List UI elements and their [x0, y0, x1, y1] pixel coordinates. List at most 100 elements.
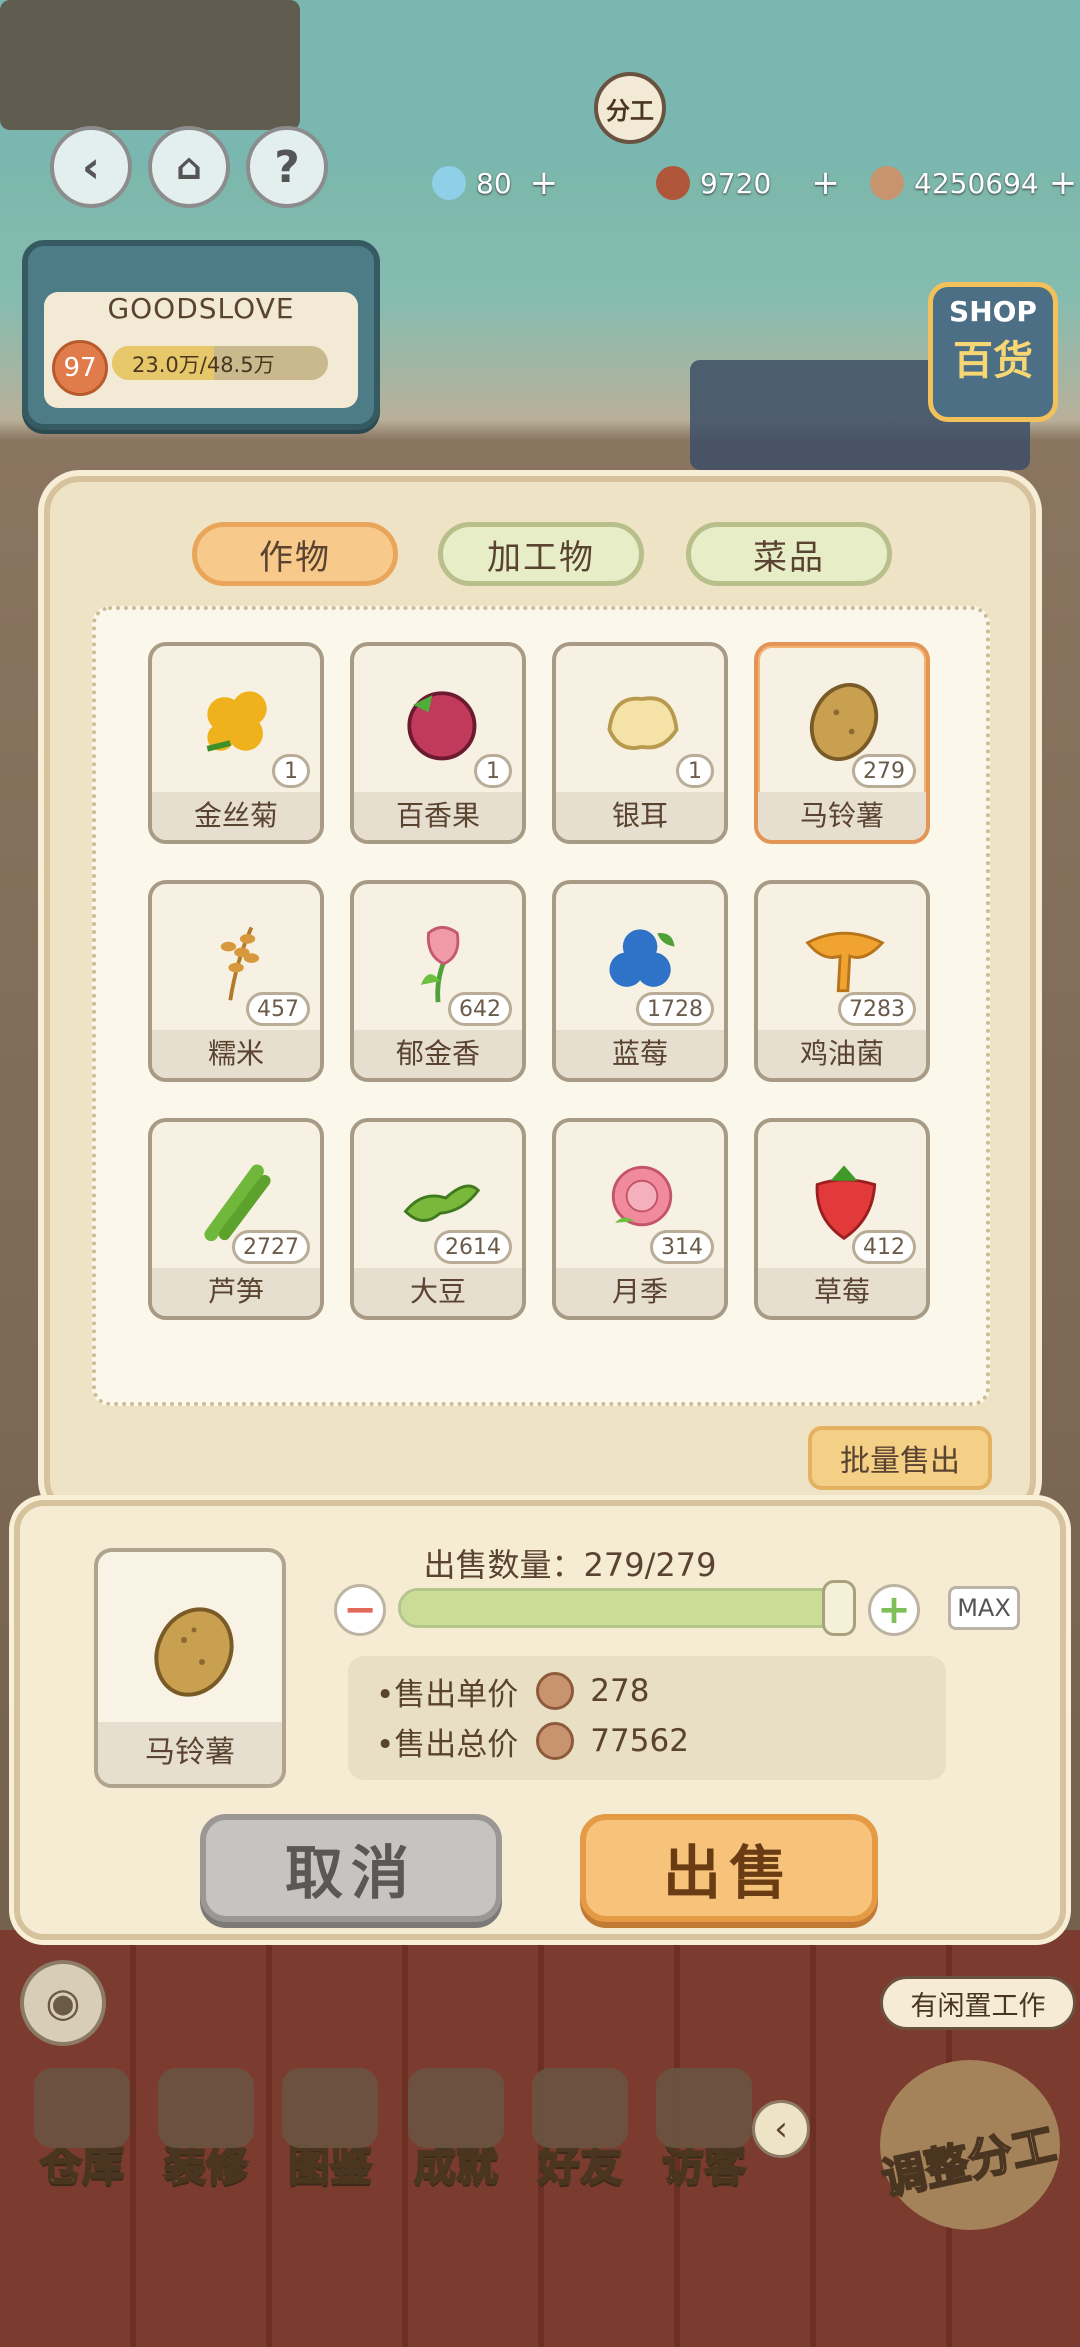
item-count: 642 — [448, 992, 512, 1026]
restaurant-name: GOODSLOVE — [107, 292, 295, 325]
increase-quantity-button[interactable]: + — [868, 1584, 920, 1636]
tab-processed[interactable]: 加工物 — [438, 522, 644, 586]
coin-icon — [870, 166, 904, 200]
total-price-row: •售出总价 77562 — [376, 1718, 689, 1764]
decrease-quantity-button[interactable]: − — [334, 1584, 386, 1636]
hammer-icon — [158, 2068, 254, 2148]
quantity-slider[interactable] — [398, 1588, 848, 1628]
plus-icon: + — [877, 1587, 911, 1633]
chestnut-icon — [656, 166, 690, 200]
tab-dishes[interactable]: 菜品 — [686, 522, 892, 586]
sell-button[interactable]: 出售 — [580, 1814, 878, 1922]
item-slot[interactable]: 2614 大豆 — [350, 1118, 526, 1320]
total-price-label: •售出总价 — [376, 1726, 519, 1763]
help-button[interactable]: ? — [246, 126, 328, 208]
unit-price-label: •售出单价 — [376, 1676, 519, 1713]
nav-achievements[interactable]: 成就 — [394, 2068, 518, 2192]
item-slot[interactable]: 1 金丝菊 — [148, 642, 324, 844]
total-price-value: 77562 — [590, 1723, 689, 1759]
add-chestnuts-button[interactable]: + — [811, 163, 840, 203]
item-slot[interactable]: 279 马铃薯 — [754, 642, 930, 844]
item-name: 芦笋 — [152, 1268, 320, 1316]
item-count: 412 — [852, 1230, 916, 1264]
sell-quantity-label: 出售数量：279/279 — [423, 1546, 717, 1584]
eye-icon: ◉ — [45, 1980, 81, 2026]
chevron-left-icon: ‹ — [774, 2109, 788, 2149]
item-name: 郁金香 — [354, 1030, 522, 1078]
quantity-slider-fill — [401, 1591, 845, 1625]
item-slot[interactable]: 642 郁金香 — [350, 880, 526, 1082]
unit-price-row: •售出单价 278 — [376, 1668, 649, 1714]
item-slot[interactable]: 1 百香果 — [350, 642, 526, 844]
shop-sign-cn: 百货 — [953, 338, 1033, 384]
back-icon: ‹ — [81, 141, 101, 193]
idle-work-tip: 有闲置工作 — [880, 1976, 1076, 2030]
nav-collection[interactable]: 图鉴 — [268, 2068, 392, 2192]
white-fungus-icon — [607, 696, 679, 750]
gem-icon — [432, 166, 466, 200]
item-name: 月季 — [556, 1268, 724, 1316]
nav-decorate[interactable]: 装修 — [144, 2068, 268, 2192]
nav-friends[interactable]: 好友 — [518, 2068, 642, 2192]
chestnut-counter: 9720 + — [656, 160, 840, 206]
batch-sell-button[interactable]: 批量售出 — [808, 1426, 992, 1490]
coin-icon — [536, 1722, 575, 1760]
item-name: 银耳 — [556, 792, 724, 840]
item-count: 1 — [474, 754, 512, 788]
shop-sign-en: SHOP — [949, 295, 1037, 328]
item-count: 7283 — [838, 992, 916, 1026]
item-slot[interactable]: 412 草莓 — [754, 1118, 930, 1320]
item-count: 2614 — [434, 1230, 512, 1264]
home-button[interactable]: ⌂ — [148, 126, 230, 208]
item-slot[interactable]: 1 银耳 — [552, 642, 728, 844]
trophy-icon — [408, 2068, 504, 2148]
item-slot[interactable]: 457 糯米 — [148, 880, 324, 1082]
home-icon: ⌂ — [176, 146, 202, 188]
restaurant-status-card[interactable]: GOODSLOVE — [22, 240, 380, 430]
tab-crops[interactable]: 作物 — [192, 522, 398, 586]
item-name: 百香果 — [354, 792, 522, 840]
item-count: 2727 — [232, 1230, 310, 1264]
toggle-view-button[interactable]: ◉ — [20, 1960, 106, 2046]
work-assign-bubble[interactable]: 分工 — [594, 72, 666, 144]
add-gems-button[interactable]: + — [530, 163, 559, 203]
quantity-slider-handle[interactable] — [822, 1580, 856, 1636]
nav-visitors[interactable]: 访客 — [642, 2068, 766, 2192]
item-name: 鸡油菌 — [758, 1030, 926, 1078]
unit-price-value: 278 — [590, 1673, 650, 1709]
item-slot[interactable]: 1728 蓝莓 — [552, 880, 728, 1082]
level-badge: 97 — [52, 340, 108, 396]
item-name: 金丝菊 — [152, 792, 320, 840]
item-name: 大豆 — [354, 1268, 522, 1316]
shop-sign[interactable]: SHOP 百货 — [928, 282, 1058, 422]
nav-warehouse[interactable]: 仓库 — [20, 2068, 144, 2192]
item-slot[interactable]: 314 月季 — [552, 1118, 728, 1320]
coin-icon — [536, 1672, 575, 1710]
back-button[interactable]: ‹ — [50, 126, 132, 208]
gem-counter: 80 + — [432, 160, 558, 206]
item-count: 457 — [246, 992, 310, 1026]
max-quantity-button[interactable]: MAX — [948, 1586, 1020, 1630]
golden-chrysanthemum-icon — [206, 691, 267, 752]
item-slot[interactable]: 7283 鸡油菌 — [754, 880, 930, 1082]
item-count: 1 — [272, 754, 310, 788]
minus-icon: − — [343, 1587, 377, 1633]
item-count: 1728 — [636, 992, 714, 1026]
book-icon — [282, 2068, 378, 2148]
gem-value: 80 — [476, 166, 512, 200]
item-count: 279 — [852, 754, 916, 788]
coin-value: 4250694 — [914, 166, 1039, 200]
item-name: 草莓 — [758, 1268, 926, 1316]
warehouse-icon — [34, 2068, 130, 2148]
item-count: 314 — [650, 1230, 714, 1264]
exp-progress-bar: 23.0万/48.5万 — [112, 346, 328, 380]
add-coins-button[interactable]: + — [1049, 163, 1078, 203]
potato-icon — [154, 1607, 234, 1697]
exp-progress-text: 23.0万/48.5万 — [132, 353, 275, 377]
cancel-button[interactable]: 取消 — [200, 1814, 502, 1922]
item-count: 1 — [676, 754, 714, 788]
chestnut-value: 9720 — [700, 166, 772, 200]
collapse-nav-button[interactable]: ‹ — [752, 2100, 810, 2158]
item-slot[interactable]: 2727 芦笋 — [148, 1118, 324, 1320]
friends-icon — [532, 2068, 628, 2148]
